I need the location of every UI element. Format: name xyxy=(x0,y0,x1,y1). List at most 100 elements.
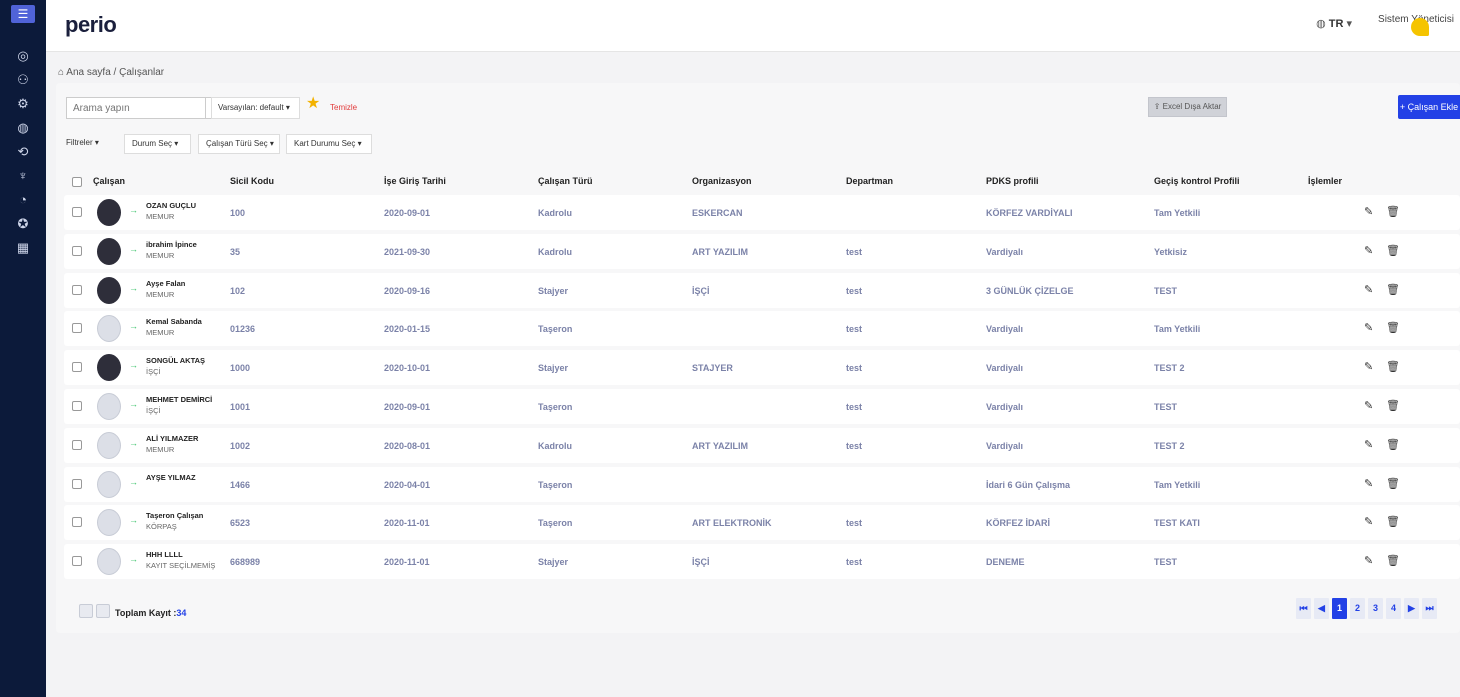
arrow-right-icon[interactable]: → xyxy=(129,554,138,564)
first-page-button[interactable]: ⏮ xyxy=(1296,598,1311,619)
row-checkbox[interactable] xyxy=(72,284,82,295)
table-row[interactable]: → Kemal Sabanda MEMUR 01236 2020-01-15 Taşero… xyxy=(64,311,1460,347)
excel-export-button[interactable]: ⇪ Excel Dışa Aktar xyxy=(1148,97,1227,117)
card-status-select[interactable]: Kart Durumu Seç ▾ xyxy=(286,134,372,154)
page-3[interactable]: 3 xyxy=(1368,598,1383,619)
table-row[interactable]: → HHH LLLL KAYIT SEÇİLMEMİŞ 668989 2020-11-0… xyxy=(64,544,1460,580)
grid-icon[interactable]: ▦ xyxy=(0,236,46,260)
page-4[interactable]: 4 xyxy=(1386,598,1401,619)
employee-name[interactable]: Taşeron Çalışan xyxy=(146,511,203,520)
table-row[interactable]: → ibrahim İpince MEMUR 35 2021-09-30 Kadrolu A… xyxy=(64,233,1460,269)
employee-name[interactable]: Kemal Sabanda xyxy=(146,317,202,326)
search-input[interactable] xyxy=(66,97,206,119)
brand-logo[interactable]: perio xyxy=(65,12,117,38)
next-page-button[interactable]: ▶ xyxy=(1404,598,1419,619)
employee-name[interactable]: Ayşe Falan xyxy=(146,279,185,288)
user-menu[interactable]: Sistem Yöneticisi xyxy=(1378,14,1454,36)
delete-icon[interactable]: 🗑 xyxy=(1386,321,1400,334)
dashboard-icon[interactable]: ◎ xyxy=(0,44,46,68)
row-checkbox[interactable] xyxy=(72,207,82,217)
table-row[interactable]: → Taşeron Çalışan KÖRPAŞ 6523 2020-11-01 Taşe… xyxy=(64,505,1460,541)
employee-type-select[interactable]: Çalışan Türü Seç ▾ xyxy=(198,134,280,154)
report-icon[interactable]: ⟲ xyxy=(0,140,46,164)
table-row[interactable]: → MEHMET DEMİRCİ İŞÇİ 1001 2020-09-01 Taşeron… xyxy=(64,389,1460,424)
row-checkbox[interactable] xyxy=(72,517,82,528)
employee-name[interactable]: HHH LLLL xyxy=(146,550,183,559)
arrow-right-icon[interactable]: → xyxy=(129,321,138,331)
status-select[interactable]: Durum Seç ▾ xyxy=(124,134,191,154)
avatar xyxy=(97,276,121,304)
employee-name[interactable]: ibrahim İpince xyxy=(146,240,197,249)
arrow-right-icon[interactable]: → xyxy=(129,283,138,293)
table-row[interactable]: → ALİ YILMAZER MEMUR 1002 2020-08-01 Kadrolu A… xyxy=(64,427,1460,463)
table-row[interactable]: → SONGÜL AKTAŞ İŞÇİ 1000 2020-10-01 Stajyer ST… xyxy=(64,350,1460,386)
edit-icon[interactable]: ✎ xyxy=(1364,244,1373,257)
row-checkbox[interactable] xyxy=(72,401,82,411)
edit-icon[interactable]: ✎ xyxy=(1364,438,1373,451)
delete-icon[interactable]: 🗑 xyxy=(1386,244,1400,257)
employee-name[interactable]: AYŞE YILMAZ xyxy=(146,473,196,482)
edit-icon[interactable]: ✎ xyxy=(1364,515,1373,528)
chart-icon[interactable]: ◔ xyxy=(0,188,46,212)
export-icon: ⇪ xyxy=(1153,102,1161,111)
delete-icon[interactable]: 🗑 xyxy=(1386,477,1400,490)
food-icon[interactable]: ♆ xyxy=(0,164,46,188)
arrow-right-icon[interactable]: → xyxy=(129,205,138,215)
arrow-right-icon[interactable]: → xyxy=(129,244,138,254)
row-checkbox[interactable] xyxy=(72,323,82,334)
people-icon[interactable]: ⚇ xyxy=(0,68,46,92)
edit-icon[interactable]: ✎ xyxy=(1364,554,1373,567)
start-date: 2020-04-01 xyxy=(384,479,431,490)
menu-icon[interactable]: ☰ xyxy=(11,5,35,23)
edit-icon[interactable]: ✎ xyxy=(1364,477,1373,490)
home-icon[interactable]: ⌂ xyxy=(58,67,64,78)
table-row[interactable]: → OZAN GUÇLU MEMUR 100 2020-09-01 Kadrolu ESKE… xyxy=(64,195,1460,230)
row-checkbox[interactable] xyxy=(72,362,82,373)
delete-icon[interactable]: 🗑 xyxy=(1386,360,1400,373)
employee-name[interactable]: ALİ YILMAZER xyxy=(146,434,198,443)
arrow-right-icon[interactable]: → xyxy=(129,360,138,370)
delete-icon[interactable]: 🗑 xyxy=(1386,399,1400,412)
arrow-right-icon[interactable]: → xyxy=(129,515,138,525)
row-checkbox[interactable] xyxy=(72,245,82,256)
row-checkbox[interactable] xyxy=(72,478,82,489)
delete-icon[interactable]: 🗑 xyxy=(1386,554,1400,567)
edit-icon[interactable]: ✎ xyxy=(1364,321,1373,334)
table-row[interactable]: → Ayşe Falan MEMUR 102 2020-09-16 Stajyer İŞÇİ… xyxy=(64,272,1460,308)
table-row[interactable]: → AYŞE YILMAZ 1466 2020-04-01 Taşeron İdari 6… xyxy=(64,466,1460,502)
add-employee-button[interactable]: + Çalışan Ekle xyxy=(1398,95,1460,119)
employee-name[interactable]: SONGÜL AKTAŞ xyxy=(146,356,205,365)
employee-name[interactable]: OZAN GUÇLU xyxy=(146,201,196,210)
prev-page-button[interactable]: ◀ xyxy=(1314,598,1329,619)
id-icon[interactable]: ✪ xyxy=(0,212,46,236)
edit-icon[interactable]: ✎ xyxy=(1364,399,1373,412)
view-icon[interactable] xyxy=(79,604,93,618)
delete-icon[interactable]: 🗑 xyxy=(1386,438,1400,451)
settings-icon[interactable] xyxy=(96,604,110,618)
page-2[interactable]: 2 xyxy=(1350,598,1365,619)
edit-icon[interactable]: ✎ xyxy=(1364,205,1373,218)
row-checkbox[interactable] xyxy=(72,556,82,567)
edit-icon[interactable]: ✎ xyxy=(1364,283,1373,296)
breadcrumb-home[interactable]: Ana sayfa xyxy=(66,67,110,78)
page-1[interactable]: 1 xyxy=(1332,598,1347,619)
org-icon[interactable]: ⚙ xyxy=(0,92,46,116)
sicil-code: 668989 xyxy=(230,557,261,568)
arrow-right-icon[interactable]: → xyxy=(129,477,138,487)
edit-icon[interactable]: ✎ xyxy=(1364,360,1373,373)
employee-name[interactable]: MEHMET DEMİRCİ xyxy=(146,395,212,404)
device-icon[interactable]: ◍ xyxy=(0,116,46,140)
arrow-right-icon[interactable]: → xyxy=(129,399,138,409)
language-selector[interactable]: ◍ TR ▾ xyxy=(1316,17,1352,30)
delete-icon[interactable]: 🗑 xyxy=(1386,515,1400,528)
delete-icon[interactable]: 🗑 xyxy=(1386,205,1400,218)
arrow-right-icon[interactable]: → xyxy=(129,438,138,448)
last-page-button[interactable]: ⏭ xyxy=(1422,598,1437,619)
saved-filter-select[interactable]: Varsayılan: default ▾ xyxy=(211,97,300,119)
row-checkbox[interactable] xyxy=(72,439,82,450)
clear-button[interactable]: Temizle xyxy=(330,103,357,112)
delete-icon[interactable]: 🗑 xyxy=(1386,283,1400,296)
favorite-star-icon[interactable]: ★ xyxy=(306,93,320,113)
filters-toggle[interactable]: Filtreler ▾ xyxy=(66,134,116,154)
select-all-checkbox[interactable] xyxy=(72,177,82,187)
